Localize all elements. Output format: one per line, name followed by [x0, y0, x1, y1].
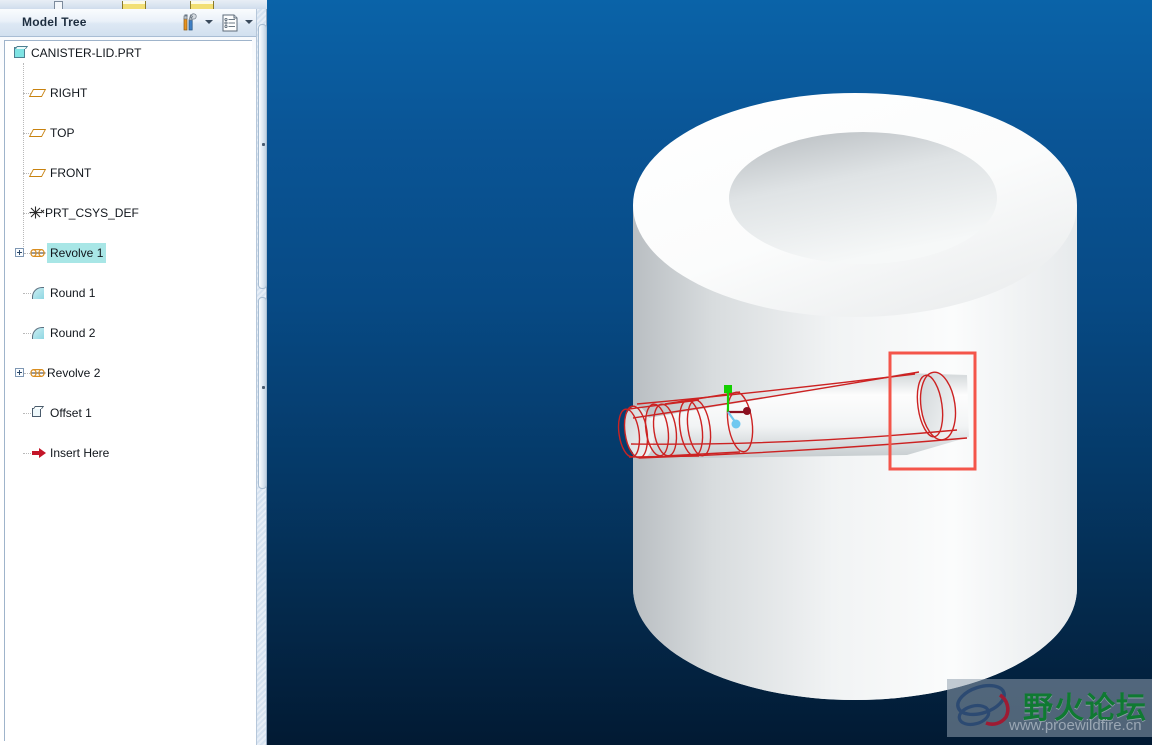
tree-item-label: Round 1 — [50, 286, 96, 300]
tree-item-label: FRONT — [50, 166, 92, 180]
offset-icon — [31, 406, 46, 420]
model-tree-header: Model Tree — [0, 9, 256, 37]
tree-root-item[interactable]: CANISTER-LID.PRT — [5, 43, 252, 63]
expand-toggle-icon[interactable] — [15, 368, 24, 377]
tree-item-round-1[interactable]: Round 1 — [5, 283, 252, 303]
model-tree-panel: Model Tree CANISTER-LID.PRT RIGHT TOP FR… — [0, 0, 267, 745]
part-icon — [13, 46, 29, 60]
tree-item-label: TOP — [50, 126, 75, 140]
tools-chevron-down-icon[interactable] — [205, 20, 213, 24]
tree-item-label: PRT_CSYS_DEF — [45, 206, 139, 220]
tree-item-label: Revolve 2 — [47, 366, 101, 380]
tree-item-round-2[interactable]: Round 2 — [5, 323, 252, 343]
round-icon — [31, 286, 46, 300]
graphics-viewport[interactable]: 野火论坛 www.proewildfire.cn — [267, 0, 1152, 745]
tree-item-revolve-2[interactable]: Revolve 2 — [5, 363, 252, 383]
csys-icon — [29, 206, 45, 220]
tools-settings-icon[interactable] — [179, 12, 201, 34]
tree-item-right[interactable]: RIGHT — [5, 83, 252, 103]
tree-item-label: Insert Here — [50, 446, 110, 460]
tree-item-prt-csys-def[interactable]: PRT_CSYS_DEF — [5, 203, 252, 223]
splitter-grip-dot — [262, 386, 265, 389]
insert-here-icon — [32, 446, 47, 460]
tree-item-front[interactable]: FRONT — [5, 163, 252, 183]
tree-item-insert-here[interactable]: Insert Here — [5, 443, 252, 463]
splitter-handle-lower[interactable] — [258, 297, 267, 489]
watermark-url: www.proewildfire.cn — [1009, 717, 1142, 734]
expand-toggle-icon[interactable] — [15, 248, 24, 257]
watermark: 野火论坛 www.proewildfire.cn — [947, 679, 1152, 737]
revolve-icon — [30, 246, 46, 260]
datum-plane-icon — [28, 86, 47, 100]
display-settings-icon[interactable] — [219, 12, 241, 34]
tree-item-offset-1[interactable]: Offset 1 — [5, 403, 252, 423]
model-tree-list[interactable]: CANISTER-LID.PRT RIGHT TOP FRONT PRT_CSY… — [4, 40, 252, 741]
splitter-grip-dot — [262, 143, 265, 146]
panel-splitter[interactable] — [256, 9, 267, 745]
datum-plane-icon — [28, 126, 47, 140]
model-geometry — [617, 93, 1077, 700]
round-icon — [31, 326, 46, 340]
tree-item-label: RIGHT — [50, 86, 88, 100]
splitter-handle-upper[interactable] — [258, 24, 267, 289]
page-title: Model Tree — [22, 15, 87, 29]
datum-plane-icon — [28, 166, 47, 180]
tree-item-label: Round 2 — [50, 326, 96, 340]
tree-item-revolve-1[interactable]: Revolve 1 — [5, 243, 252, 263]
revolve-icon — [30, 366, 46, 380]
tree-item-label: Offset 1 — [50, 406, 92, 420]
tree-item-label: Revolve 1 — [47, 243, 107, 263]
display-chevron-down-icon[interactable] — [245, 20, 253, 24]
tree-root-label: CANISTER-LID.PRT — [31, 46, 142, 60]
tree-item-top[interactable]: TOP — [5, 123, 252, 143]
